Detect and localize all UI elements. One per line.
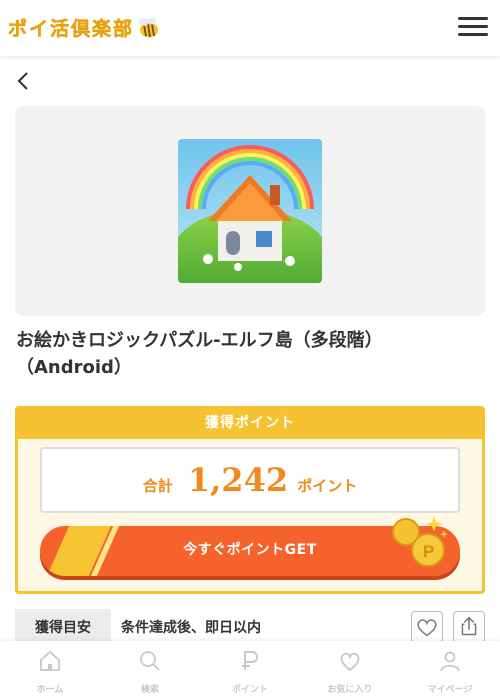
nav-home[interactable]: ホーム — [0, 641, 100, 700]
app-header: ポイ活倶楽部 — [0, 0, 500, 56]
search-icon — [140, 651, 160, 671]
total-label: 合計 — [142, 477, 173, 495]
chevron-left-icon[interactable] — [14, 70, 36, 92]
nav-search-label: 検索 — [140, 685, 159, 695]
favorite-button[interactable] — [411, 611, 443, 643]
offer-title-line2: （Android） — [16, 357, 132, 378]
points-unit: ポイント — [297, 477, 358, 495]
svg-text:P: P — [423, 542, 434, 561]
bottom-navigation: ホーム 検索 ポイント お気に入り マイページ — [0, 641, 500, 700]
heart-icon — [417, 619, 437, 637]
app-icon-image — [178, 139, 322, 283]
nav-points[interactable]: ポイント — [200, 641, 300, 700]
share-icon — [461, 616, 477, 636]
offer-title-line1: お絵かきロジックパズル-エルフ島（多段階） — [16, 330, 383, 351]
bee-icon — [139, 17, 159, 37]
total-points-value: 1,242 — [187, 461, 289, 499]
nav-home-label: ホーム — [36, 685, 64, 695]
home-icon — [40, 650, 60, 671]
coins-icon: P — [392, 516, 448, 567]
offer-title: お絵かきロジックパズル-エルフ島（多段階） （Android） — [16, 327, 486, 381]
nav-points-label: ポイント — [231, 685, 268, 695]
nav-favorites-label: お気に入り — [327, 685, 373, 695]
nav-mypage[interactable]: マイページ — [400, 641, 500, 700]
person-icon — [440, 651, 460, 672]
heart-icon — [340, 652, 360, 672]
nav-search[interactable]: 検索 — [100, 641, 200, 700]
point-p-icon — [242, 651, 259, 670]
points-total-box: 合計 1,242 ポイント — [40, 447, 460, 513]
logo-text: ポイ活倶楽部 — [8, 18, 135, 41]
nav-mypage-label: マイページ — [427, 685, 473, 695]
hamburger-menu-icon[interactable] — [458, 12, 490, 42]
nav-favorites[interactable]: お気に入り — [300, 641, 400, 700]
points-header: 獲得ポイント — [18, 409, 482, 439]
share-button[interactable] — [453, 611, 485, 643]
site-logo[interactable]: ポイ活倶楽部 — [8, 14, 160, 41]
